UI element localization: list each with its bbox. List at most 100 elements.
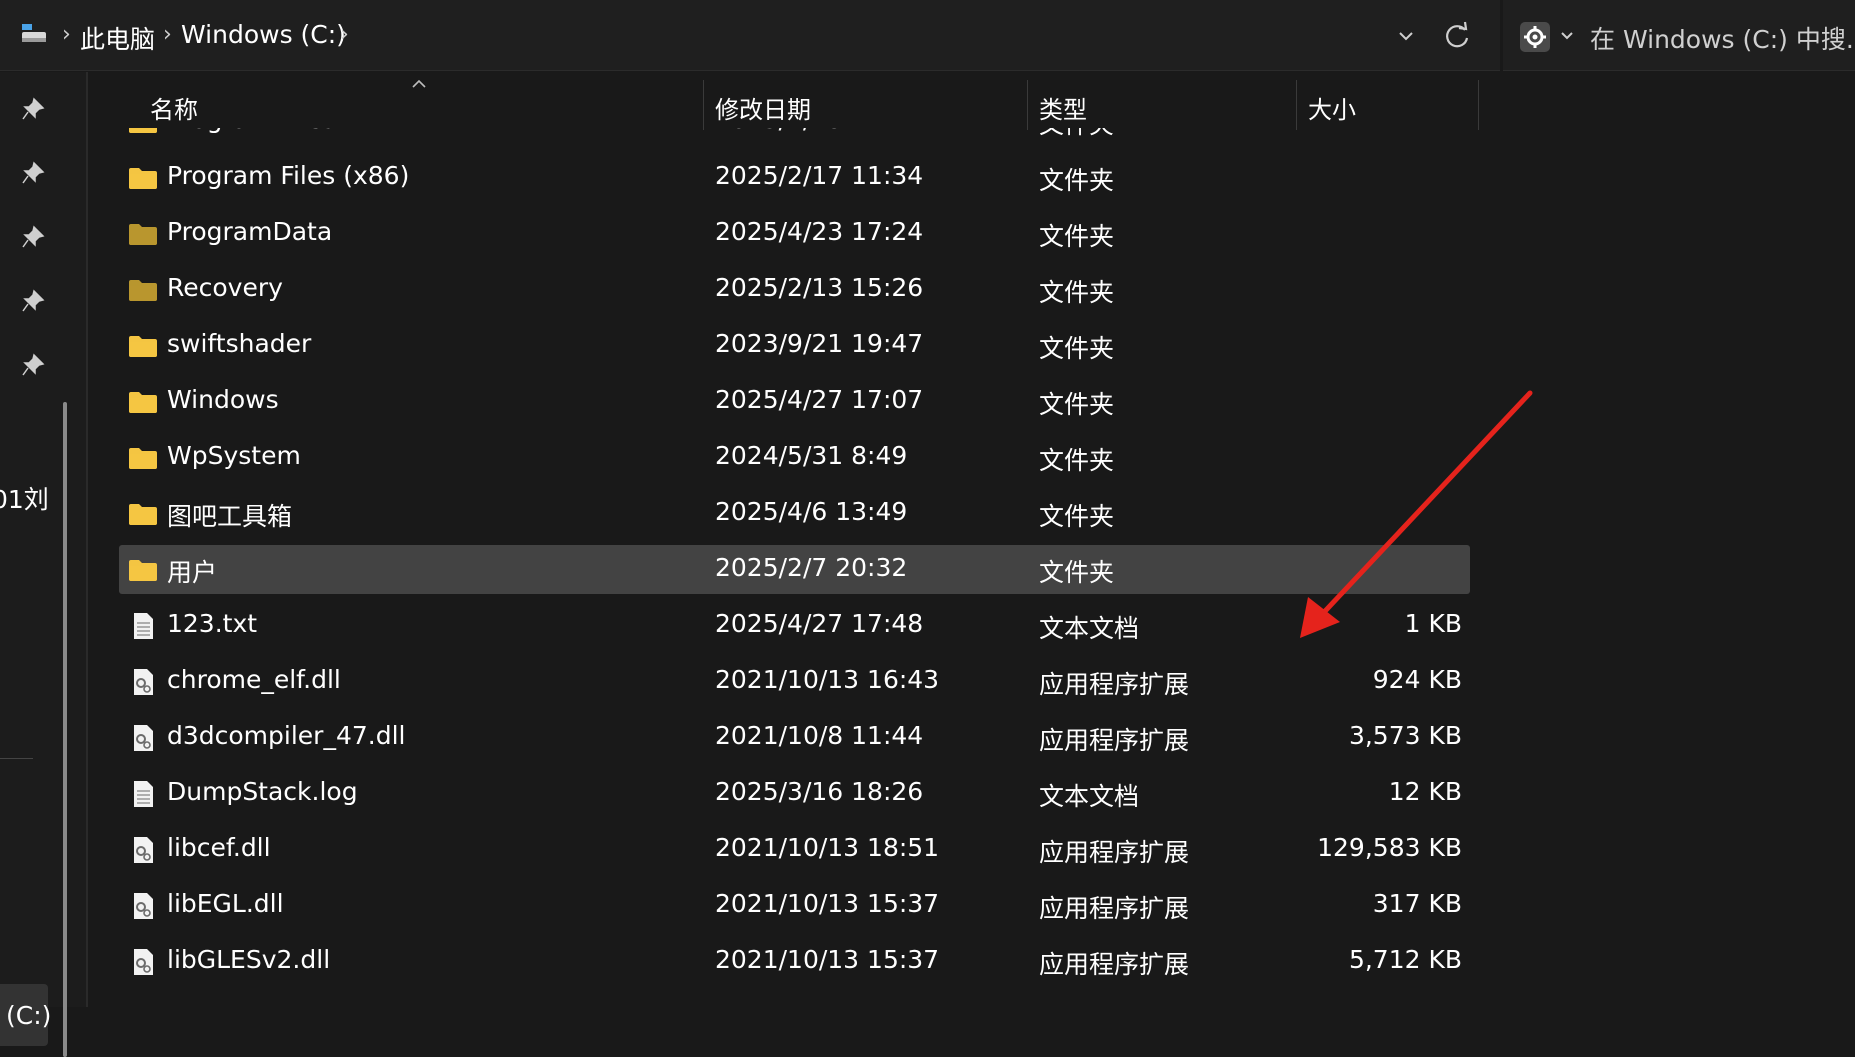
- file-name: 用户: [167, 558, 218, 587]
- file-type: 文件夹: [1039, 128, 1114, 141]
- pin-icon[interactable]: [20, 160, 46, 186]
- file-date: 2025/4/6 13:49: [715, 497, 908, 526]
- folder-icon: [128, 557, 158, 583]
- file-row[interactable]: chrome_elf.dll 2021/10/13 16:43 应用程序扩展 924 …: [119, 657, 1470, 706]
- file-row[interactable]: 用户 2025/2/7 20:32 文件夹: [119, 545, 1470, 594]
- file-name: d3dcompiler_47.dll: [167, 721, 406, 750]
- file-date: 2021/10/13 15:37: [715, 889, 940, 918]
- file-row[interactable]: Program Files 2025/4/23 17:24 文件夹: [119, 128, 1470, 146]
- file-type: 文件夹: [1039, 558, 1115, 587]
- search-options-button[interactable]: [1520, 22, 1550, 52]
- file-name: Recovery: [167, 273, 283, 302]
- column-headers: 名称 修改日期 类型 大小: [90, 76, 1490, 130]
- nav-item-label[interactable]: 01刘: [0, 485, 49, 514]
- file-name: Windows: [167, 385, 279, 414]
- dll-file-icon: [128, 949, 158, 975]
- search-input[interactable]: 在 Windows (C:) 中搜...: [1590, 20, 1855, 56]
- nav-divider: [0, 758, 33, 759]
- file-row[interactable]: WpSystem 2024/5/31 8:49 文件夹: [119, 433, 1470, 482]
- file-type: 文件夹: [1039, 166, 1115, 195]
- column-separator[interactable]: [703, 80, 704, 130]
- column-separator[interactable]: [1027, 80, 1028, 130]
- file-row[interactable]: Windows 2025/4/27 17:07 文件夹: [119, 377, 1470, 426]
- file-row[interactable]: libEGL.dll 2021/10/13 15:37 应用程序扩展 317 KB: [119, 881, 1470, 930]
- file-date: 2025/4/27 17:48: [715, 609, 924, 638]
- file-name: Program Files (x86): [167, 161, 410, 190]
- file-type: 文件夹: [1039, 502, 1115, 531]
- dll-file-icon: [128, 725, 158, 751]
- breadcrumb-separator: ›: [163, 22, 172, 47]
- pane-divider[interactable]: [86, 72, 88, 1007]
- file-name: Program Files: [167, 128, 335, 134]
- file-date: 2025/2/17 11:34: [715, 161, 924, 190]
- file-size: 3,573 KB: [1348, 721, 1462, 750]
- column-header-size[interactable]: 大小: [1308, 90, 1356, 125]
- file-name: 图吧工具箱: [167, 502, 293, 531]
- nav-item-drive-c[interactable]: (C:): [0, 984, 52, 1046]
- file-row[interactable]: Recovery 2025/2/13 15:26 文件夹: [119, 265, 1470, 314]
- breadcrumb-separator[interactable]: ›: [340, 22, 349, 47]
- nav-item-drive-c-label: (C:): [6, 1001, 52, 1030]
- address-bar[interactable]: › 此电脑 › Windows (C:) ›: [0, 0, 1500, 71]
- pin-icon[interactable]: [20, 352, 46, 378]
- file-date: 2025/2/7 20:32: [715, 553, 908, 582]
- file-type: 文本文档: [1039, 614, 1140, 643]
- folder-icon: [128, 501, 158, 527]
- folder-hidden-icon: [128, 277, 158, 303]
- dll-file-icon: [128, 837, 158, 863]
- file-size: 12 KB: [1388, 777, 1462, 806]
- file-name: swiftshader: [167, 329, 312, 358]
- column-header-type[interactable]: 类型: [1039, 90, 1087, 125]
- file-row[interactable]: DumpStack.log 2025/3/16 18:26 文本文档 12 KB: [119, 769, 1470, 818]
- file-date: 2025/4/23 17:24: [715, 217, 924, 246]
- chevron-down-icon[interactable]: [1558, 26, 1576, 44]
- folder-icon: [128, 165, 158, 191]
- column-header-name[interactable]: 名称: [150, 90, 198, 125]
- refresh-icon[interactable]: [1440, 18, 1474, 54]
- file-row[interactable]: 图吧工具箱 2025/4/6 13:49 文件夹: [119, 489, 1470, 538]
- file-type: 应用程序扩展: [1039, 838, 1190, 867]
- sort-ascending-icon: [412, 79, 426, 88]
- file-row[interactable]: 123.txt 2025/4/27 17:48 文本文档 1 KB: [119, 601, 1470, 650]
- text-file-icon: [128, 613, 158, 639]
- breadcrumb-this-pc[interactable]: 此电脑: [80, 20, 155, 56]
- chevron-down-icon[interactable]: [1390, 18, 1422, 54]
- file-row[interactable]: Program Files (x86) 2025/2/17 11:34 文件夹: [119, 153, 1470, 202]
- file-type: 应用程序扩展: [1039, 670, 1190, 699]
- search-box[interactable]: 在 Windows (C:) 中搜...: [1503, 0, 1855, 71]
- file-row[interactable]: ProgramData 2025/4/23 17:24 文件夹: [119, 209, 1470, 258]
- file-date: 2023/9/21 19:47: [715, 329, 924, 358]
- file-name: WpSystem: [167, 441, 301, 470]
- text-file-icon: [128, 781, 158, 807]
- column-separator[interactable]: [1478, 80, 1479, 130]
- nav-scrollbar[interactable]: [63, 402, 67, 1057]
- file-type: 文本文档: [1039, 782, 1140, 811]
- file-type: 应用程序扩展: [1039, 726, 1190, 755]
- file-size: 924 KB: [1372, 665, 1462, 694]
- file-size: 317 KB: [1372, 889, 1462, 918]
- pin-icon[interactable]: [20, 288, 46, 314]
- file-type: 文件夹: [1039, 446, 1115, 475]
- file-name: libEGL.dll: [167, 889, 284, 918]
- folder-hidden-icon: [128, 221, 158, 247]
- file-row[interactable]: d3dcompiler_47.dll 2021/10/8 11:44 应用程序扩展 3…: [119, 713, 1470, 762]
- pin-icon[interactable]: [20, 96, 46, 122]
- file-row[interactable]: libcef.dll 2021/10/13 18:51 应用程序扩展 129,583 …: [119, 825, 1470, 874]
- file-date: 2025/2/13 15:26: [715, 273, 924, 302]
- gear-icon: [1524, 26, 1546, 48]
- file-row[interactable]: libGLESv2.dll 2021/10/13 15:37 应用程序扩展 5,712…: [119, 937, 1470, 986]
- pin-icon[interactable]: [20, 224, 46, 250]
- this-pc-icon: [22, 24, 46, 42]
- column-separator[interactable]: [1296, 80, 1297, 130]
- file-size: 5,712 KB: [1348, 945, 1462, 974]
- file-size: 1 KB: [1404, 609, 1462, 638]
- file-name: chrome_elf.dll: [167, 665, 341, 694]
- dll-file-icon: [128, 669, 158, 695]
- navigation-pane: 01刘 (C:): [0, 72, 86, 1057]
- breadcrumb-drive-c[interactable]: Windows (C:): [181, 20, 346, 49]
- file-name: libGLESv2.dll: [167, 945, 331, 974]
- file-row[interactable]: swiftshader 2023/9/21 19:47 文件夹: [119, 321, 1470, 370]
- file-type: 文件夹: [1039, 222, 1115, 251]
- column-header-date[interactable]: 修改日期: [715, 90, 811, 125]
- file-type: 应用程序扩展: [1039, 894, 1190, 923]
